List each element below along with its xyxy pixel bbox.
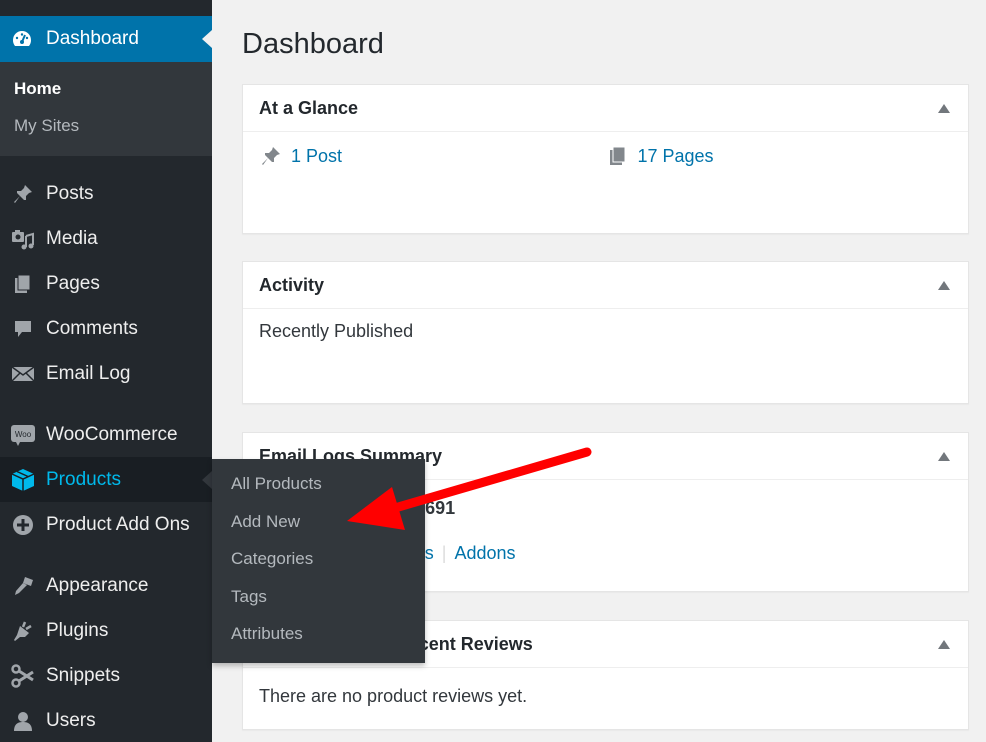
sidebar-item-label: Users — [46, 709, 96, 731]
pages-count-link[interactable]: 17 Pages — [638, 146, 714, 167]
dashboard-gauge-icon — [10, 27, 34, 51]
plus-circle-icon — [10, 512, 36, 538]
pages-icon — [10, 271, 36, 297]
sidebar-item-label: Products — [46, 468, 121, 490]
sidebar-item-label: Appearance — [46, 574, 149, 596]
email-total-value: 691 — [425, 498, 456, 518]
widget-activity: Activity Recently Published — [242, 261, 969, 404]
page-title: Dashboard — [242, 28, 384, 60]
widget-header[interactable]: At a Glance — [243, 85, 968, 132]
box-icon — [10, 467, 36, 493]
submenu-item-home[interactable]: Home — [0, 76, 212, 113]
sidebar-item-products[interactable]: Products — [0, 457, 212, 502]
submenu-item-my-sites[interactable]: My Sites — [0, 113, 212, 150]
flyout-item-categories[interactable]: Categories — [212, 540, 425, 578]
pushpin-icon — [10, 181, 36, 207]
svg-text:Woo: Woo — [15, 430, 32, 439]
sidebar-item-label: Posts — [46, 182, 94, 204]
sidebar-item-email-log[interactable]: Email Log — [0, 351, 212, 396]
link-separator: | — [441, 543, 447, 563]
widget-at-a-glance: At a Glance 1 Post 17 Pages — [242, 84, 969, 234]
sidebar-item-users[interactable]: Users — [0, 698, 212, 742]
paintbrush-icon — [10, 573, 36, 599]
sidebar-item-plugins[interactable]: Plugins — [0, 608, 212, 653]
collapse-toggle-icon[interactable] — [938, 639, 950, 649]
collapse-toggle-icon[interactable] — [938, 451, 950, 461]
collapse-toggle-icon[interactable] — [938, 103, 950, 113]
flyout-notch — [202, 471, 212, 489]
sidebar-item-media[interactable]: Media — [0, 216, 212, 261]
no-reviews-message: There are no product reviews yet. — [259, 686, 528, 706]
glance-list: 1 Post 17 Pages — [243, 132, 968, 180]
glance-item-pages: 17 Pages — [606, 144, 953, 168]
sidebar-item-comments[interactable]: Comments — [0, 306, 212, 351]
flyout-item-add-new[interactable]: Add New — [212, 503, 425, 541]
sidebar-item-label: Snippets — [46, 664, 120, 686]
user-icon — [10, 708, 36, 734]
sidebar-item-label: WooCommerce — [46, 423, 178, 445]
envelope-icon — [10, 361, 36, 387]
pushpin-icon — [259, 144, 283, 168]
sidebar-item-dashboard[interactable]: Dashboard — [0, 16, 212, 62]
sidebar-item-label: Comments — [46, 317, 138, 339]
glance-item-posts: 1 Post — [259, 144, 606, 168]
flyout-item-all-products[interactable]: All Products — [212, 465, 425, 503]
sidebar-item-woocommerce[interactable]: Woo WooCommerce — [0, 412, 212, 457]
flyout-item-tags[interactable]: Tags — [212, 578, 425, 616]
plug-icon — [10, 618, 36, 644]
menu-group-shop: Woo WooCommerce Products Product Add Ons — [0, 412, 212, 547]
products-flyout-menu: All Products Add New Categories Tags Att… — [212, 459, 425, 663]
admin-sidebar: Dashboard Home My Sites Posts Media Page… — [0, 0, 212, 742]
widget-title: Activity — [259, 274, 325, 295]
sidebar-item-snippets[interactable]: Snippets — [0, 653, 212, 698]
scissors-icon — [10, 663, 36, 689]
sidebar-item-label: Product Add Ons — [46, 513, 190, 535]
sidebar-item-posts[interactable]: Posts — [0, 171, 212, 216]
posts-count-link[interactable]: 1 Post — [291, 146, 342, 167]
sidebar-item-appearance[interactable]: Appearance — [0, 563, 212, 608]
flyout-item-attributes[interactable]: Attributes — [212, 615, 425, 653]
menu-group-content: Posts Media Pages Comments Email Log — [0, 171, 212, 396]
dashboard-submenu: Home My Sites — [0, 62, 212, 156]
sidebar-item-label: Plugins — [46, 619, 109, 641]
current-page-notch — [202, 30, 212, 48]
wp-admin-screen: Dashboard Home My Sites Posts Media Page… — [0, 0, 986, 742]
sidebar-item-label: Pages — [46, 272, 100, 294]
widget-header[interactable]: Activity — [243, 262, 968, 309]
woocommerce-icon: Woo — [10, 422, 36, 448]
widget-title: At a Glance — [259, 97, 359, 118]
collapse-toggle-icon[interactable] — [938, 280, 950, 290]
addons-link[interactable]: Addons — [454, 543, 515, 563]
sidebar-item-label: Media — [46, 227, 98, 249]
sidebar-item-label: Dashboard — [46, 28, 139, 49]
sidebar-item-label: Email Log — [46, 362, 131, 384]
menu-group-admin: Appearance Plugins Snippets Users — [0, 563, 212, 742]
media-icon — [10, 226, 36, 252]
comment-icon — [10, 316, 36, 342]
sidebar-item-product-add-ons[interactable]: Product Add Ons — [0, 502, 212, 547]
recently-published-heading: Recently Published — [259, 321, 414, 341]
sidebar-item-pages[interactable]: Pages — [0, 261, 212, 306]
pages-icon — [606, 144, 630, 168]
